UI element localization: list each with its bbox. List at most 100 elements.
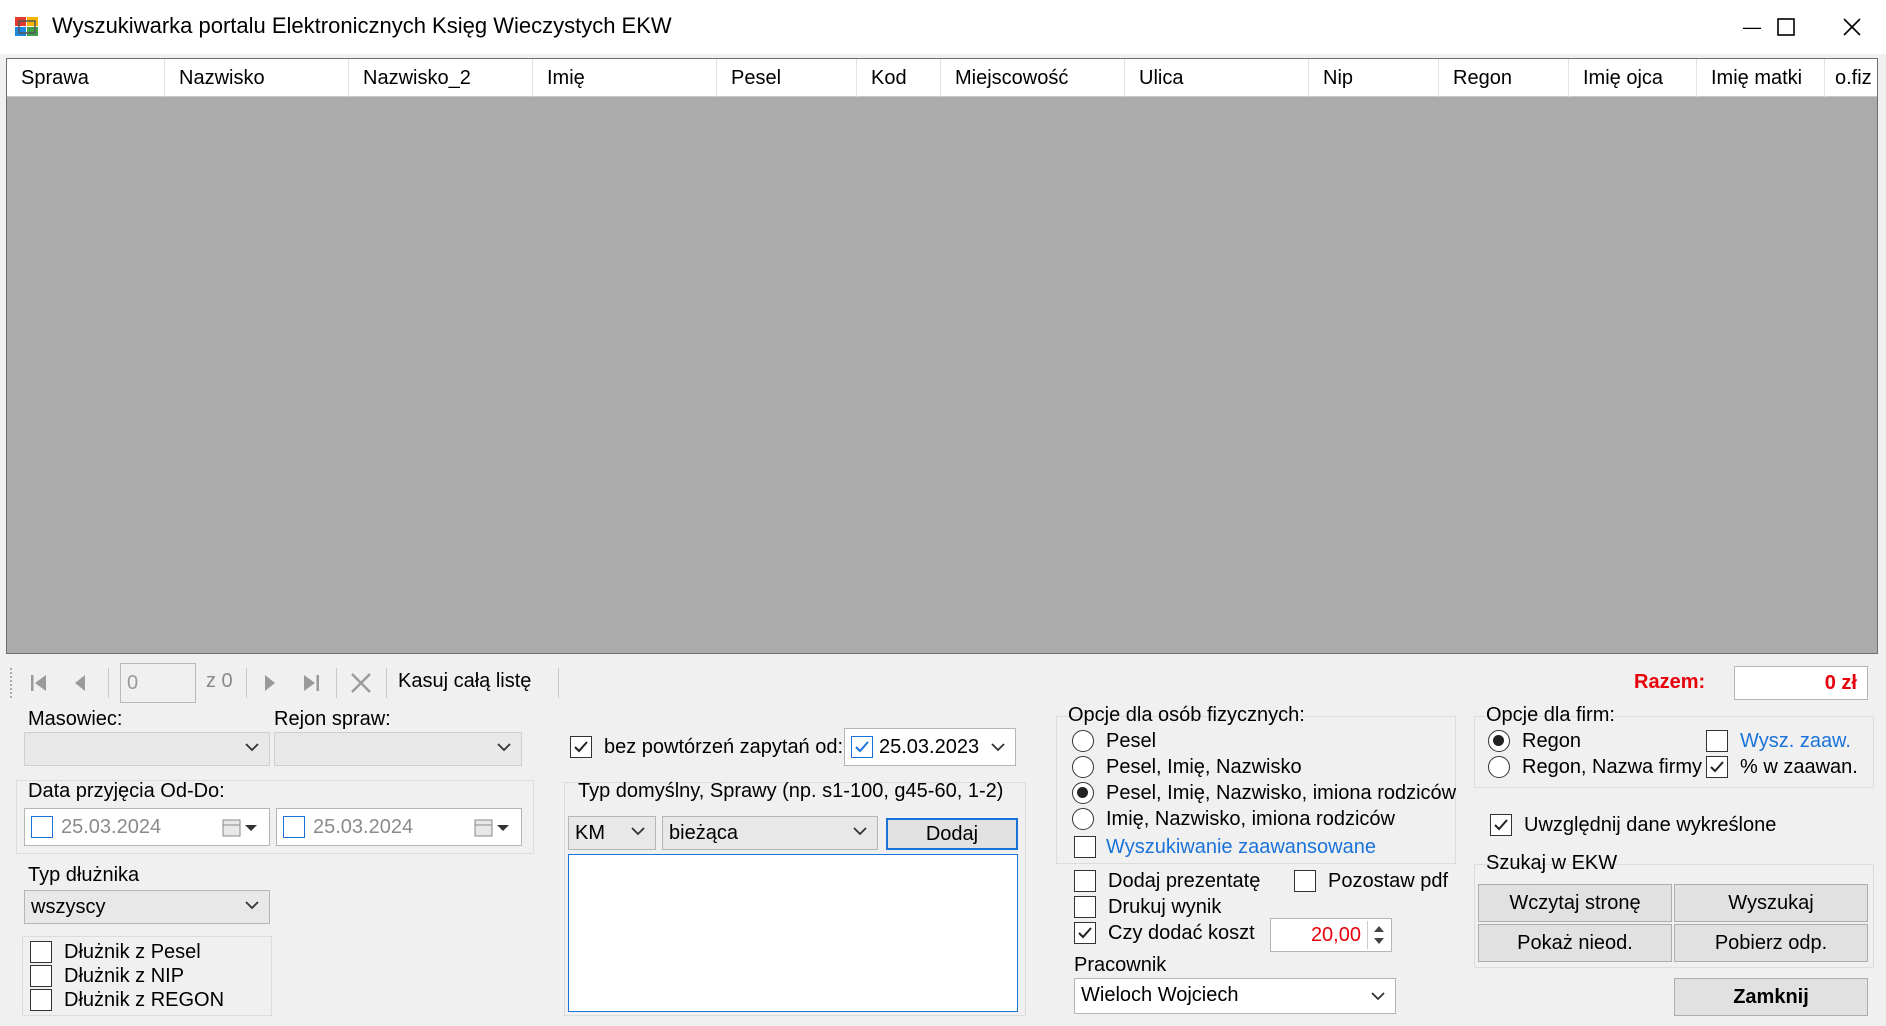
person-option-radio[interactable] <box>1072 756 1094 778</box>
column-header[interactable]: Imię matki <box>1697 59 1825 97</box>
close-button[interactable]: Zamknij <box>1674 978 1868 1016</box>
date-to-checkbox[interactable] <box>283 816 305 838</box>
person-option-label: Pesel, Imię, Nazwisko <box>1106 756 1302 778</box>
column-header[interactable]: Pesel <box>717 59 857 97</box>
maximize-button[interactable] <box>1752 0 1820 54</box>
results-grid[interactable]: Sprawa Nazwisko Nazwisko_2 Imię Pesel Ko… <box>6 58 1878 654</box>
employee-label: Pracownik <box>1074 954 1167 976</box>
maximize-icon <box>1777 18 1795 36</box>
percent-adv-checkbox[interactable] <box>1706 756 1728 778</box>
percent-adv-label: % w zaawan. <box>1740 756 1858 778</box>
date-to-picker[interactable]: 25.03.2024 <box>276 808 522 846</box>
company-regon-name-label: Regon, Nazwa firmy <box>1522 756 1703 778</box>
close-icon <box>1843 18 1861 36</box>
person-option-radio[interactable] <box>1072 730 1094 752</box>
date-to-value: 25.03.2024 <box>313 816 414 838</box>
cases-textarea[interactable] <box>568 854 1018 1012</box>
keep-pdf-checkbox[interactable] <box>1294 870 1316 892</box>
add-presenter-checkbox[interactable] <box>1074 870 1096 892</box>
case-status-select[interactable]: bieżąca <box>662 816 878 850</box>
debtor-nip-checkbox[interactable] <box>30 965 52 987</box>
column-header[interactable]: Kod <box>857 59 941 97</box>
adv-search-checkbox[interactable] <box>1706 730 1728 752</box>
toolbar-grip <box>10 668 14 698</box>
page-number-input[interactable]: 0 <box>120 663 196 703</box>
debtor-pesel-checkbox[interactable] <box>30 941 52 963</box>
column-header[interactable]: o.fiz <box>1825 59 1877 97</box>
toolbar-separator <box>386 668 387 698</box>
close-window-button[interactable] <box>1818 0 1886 54</box>
stepper-buttons[interactable] <box>1367 921 1389 949</box>
no-repeat-date-picker[interactable]: 25.03.2023 <box>844 728 1016 766</box>
debtor-type-value: wszyscy <box>31 896 106 918</box>
column-header[interactable]: Imię ojca <box>1569 59 1697 97</box>
calendar-icon[interactable] <box>473 816 513 846</box>
advanced-search-link[interactable]: Wyszukiwanie zaawansowane <box>1106 836 1376 859</box>
rejon-select[interactable] <box>274 732 522 766</box>
advanced-search-checkbox[interactable] <box>1074 836 1096 858</box>
add-cost-checkbox[interactable] <box>1074 922 1096 944</box>
debtor-regon-label: Dłużnik z REGON <box>64 989 225 1011</box>
debtor-regon-checkbox[interactable] <box>30 989 52 1011</box>
no-repeat-checkbox[interactable] <box>570 736 592 758</box>
person-option-label: Pesel <box>1106 730 1157 752</box>
toolbar-separator <box>336 668 337 698</box>
column-header[interactable]: Miejscowość <box>941 59 1125 97</box>
debtor-type-label: Typ dłużnika <box>28 864 140 886</box>
masowiec-label: Masowiec: <box>28 708 123 730</box>
case-type-select[interactable]: KM <box>568 816 656 850</box>
chevron-down-icon <box>497 743 511 752</box>
calendar-icon[interactable] <box>221 816 261 846</box>
cost-stepper[interactable]: 20,00 <box>1270 918 1392 952</box>
adv-search-link[interactable]: Wysz. zaaw. <box>1740 730 1851 753</box>
search-button[interactable]: Wyszukaj <box>1674 884 1868 922</box>
print-result-label: Drukuj wynik <box>1108 896 1222 918</box>
chevron-down-icon <box>631 827 645 836</box>
show-unread-button[interactable]: Pokaż nieod. <box>1478 924 1672 962</box>
column-header[interactable]: Nazwisko <box>165 59 349 97</box>
chevron-down-icon <box>1371 992 1385 1001</box>
last-page-icon[interactable] <box>296 668 326 698</box>
person-options-label: Opcje dla osób fizycznych: <box>1068 704 1305 726</box>
case-type-value: KM <box>575 822 605 844</box>
person-option-radio-selected[interactable] <box>1072 782 1094 804</box>
clear-list-button[interactable]: Kasuj całą listę <box>398 670 531 693</box>
chevron-down-icon <box>245 743 259 752</box>
load-page-button[interactable]: Wczytaj stronę <box>1478 884 1672 922</box>
company-regon-name-radio[interactable] <box>1488 756 1510 778</box>
first-page-icon[interactable] <box>24 668 54 698</box>
masowiec-select[interactable] <box>24 732 270 766</box>
fetch-copy-button[interactable]: Pobierz odp. <box>1674 924 1868 962</box>
column-header[interactable]: Nazwisko_2 <box>349 59 533 97</box>
window-title: Wyszukiwarka portalu Elektronicznych Ksi… <box>52 13 672 38</box>
column-header[interactable]: Ulica <box>1125 59 1309 97</box>
next-page-icon[interactable] <box>254 668 284 698</box>
employee-select[interactable]: Wieloch Wojciech <box>1074 978 1396 1014</box>
total-value: 0 zł <box>1734 666 1868 700</box>
include-deleted-checkbox[interactable] <box>1490 814 1512 836</box>
column-header[interactable]: Imię <box>533 59 717 97</box>
page-count-label: z 0 <box>206 670 233 692</box>
person-option-radio[interactable] <box>1072 808 1094 830</box>
no-repeat-date-value: 25.03.2023 <box>879 736 980 758</box>
add-case-button[interactable]: Dodaj <box>886 818 1018 850</box>
column-header[interactable]: Sprawa <box>7 59 165 97</box>
date-range-label: Data przyjęcia Od-Do: <box>28 780 225 802</box>
date-from-value: 25.03.2024 <box>61 816 162 838</box>
title-bar: Wyszukiwarka portalu Elektronicznych Ksi… <box>0 0 1886 54</box>
date-from-checkbox[interactable] <box>31 816 53 838</box>
column-header[interactable]: Regon <box>1439 59 1569 97</box>
debtor-type-select[interactable]: wszyscy <box>24 890 270 924</box>
no-repeat-date-checkbox[interactable] <box>851 736 873 758</box>
column-header[interactable]: Nip <box>1309 59 1439 97</box>
delete-icon[interactable] <box>346 668 376 698</box>
print-result-checkbox[interactable] <box>1074 896 1096 918</box>
total-label: Razem: <box>1634 671 1706 693</box>
chevron-down-icon <box>853 827 867 836</box>
previous-page-icon[interactable] <box>66 668 96 698</box>
date-from-picker[interactable]: 25.03.2024 <box>24 808 270 846</box>
add-presenter-label: Dodaj prezentatę <box>1108 870 1261 892</box>
company-regon-radio-selected[interactable] <box>1488 730 1510 752</box>
chevron-down-icon <box>991 743 1005 752</box>
toolbar-separator <box>558 668 559 698</box>
